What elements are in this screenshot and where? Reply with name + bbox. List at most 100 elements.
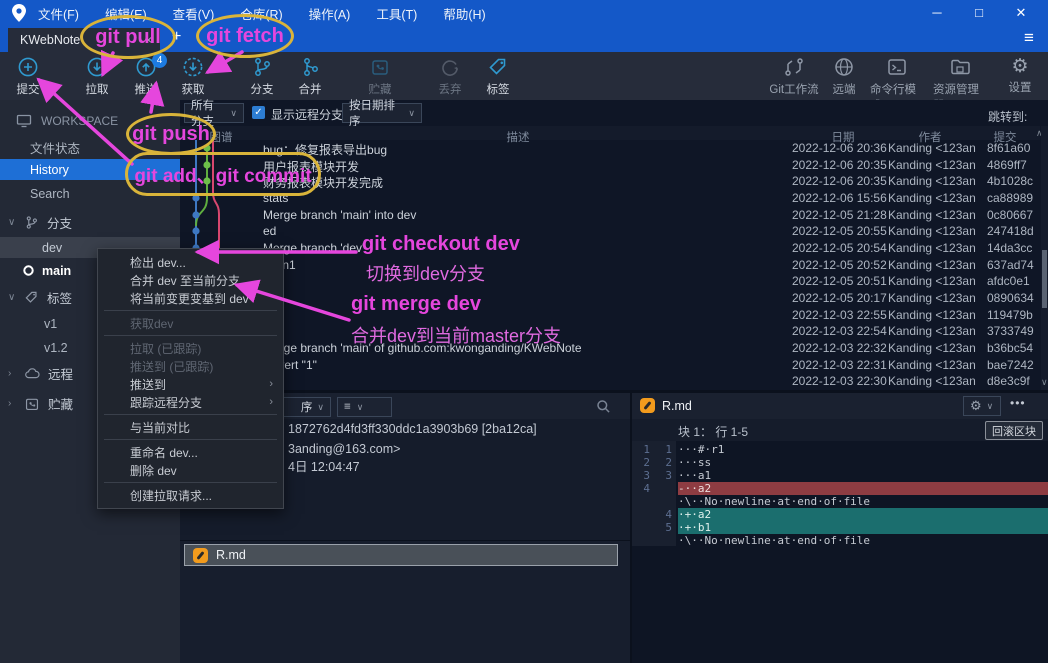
commit-row[interactable]: Merge branch 'main' into dev 2022-12-05 2… <box>180 207 1040 224</box>
commit-row[interactable]: 2022-12-05 20:17 Kanding <123an 0890634 <box>180 290 1040 307</box>
diff-line-deleted: 4 -··a2 <box>632 482 1048 495</box>
menu-delete-dev[interactable]: 删除 dev <box>98 461 283 479</box>
menu-create-pull-request[interactable]: 创建拉取请求... <box>98 486 283 504</box>
caret-down-icon: ∨ <box>230 107 237 118</box>
list-view-icon: ≡ <box>344 401 352 413</box>
branch-icon <box>26 216 37 229</box>
commit-row[interactable]: 2022-12-03 22:30 Kanding <123an d8e3c9f <box>180 373 1040 390</box>
chevron-down-icon: ∨ <box>8 292 16 303</box>
merge-label: 合并 <box>298 84 322 96</box>
commit-icon <box>18 57 38 77</box>
menu-actions[interactable]: 操作(A) <box>309 4 351 23</box>
commit-row[interactable]: main12022-12-05 20:52Kanding <123an637ad… <box>180 257 1040 274</box>
menu-track-remote[interactable]: 跟踪远程分支 › <box>98 393 283 411</box>
scrollbar-thumb[interactable] <box>1042 250 1047 308</box>
commit-row[interactable]: Merge branch 'main' of github.com:kwonga… <box>180 340 1040 357</box>
commit-row[interactable]: Merge branch 'dev' 2022-12-05 20:54 Kandin… <box>180 240 1040 257</box>
remote-button[interactable]: 远端 <box>817 56 871 97</box>
workflow-icon <box>785 58 803 76</box>
annotation-circle-pull: git pull <box>80 15 176 59</box>
git-workflow-label: Git工作流 <box>769 84 819 96</box>
annotation-circle-push: git push <box>126 113 216 155</box>
submenu-arrow-icon: › <box>269 378 273 390</box>
gear-icon: ⚙ <box>970 398 982 414</box>
commit-row[interactable]: 2022-12-03 22:54 Kanding <123an 3733749 <box>180 323 1040 340</box>
show-remote-checkbox[interactable]: ✓ <box>252 106 265 119</box>
discard-label: 丢弃 <box>438 84 462 96</box>
submenu-arrow-icon: › <box>269 396 273 408</box>
minimize-button[interactable]: ─ <box>920 5 954 21</box>
annotation-git-push: git push <box>132 122 210 145</box>
pull-button[interactable]: 拉取 <box>70 56 124 97</box>
menu-view[interactable]: 查看(V) <box>173 4 215 23</box>
discard-button[interactable]: 丢弃 <box>423 56 477 97</box>
annotation-git-pull: git pull <box>95 25 161 48</box>
diff-editor: 1 1 ···#·r1 2 2 ···ss 3 3 ···a1 4 -··a2 ·\··No·… <box>632 441 1048 663</box>
diff-options-dropdown[interactable]: ⚙ ∨ <box>963 396 1001 416</box>
maximize-button[interactable]: □ <box>962 5 996 21</box>
menu-separator <box>104 414 277 415</box>
gear-icon: ⚙ <box>1011 55 1029 77</box>
commit-row[interactable]: 2022-12-05 20:51 Kanding <123an afdc0e1 <box>180 273 1040 290</box>
caret-down-icon: ∨ <box>356 401 364 412</box>
annotation-git-fetch: git fetch <box>206 24 284 47</box>
jump-to-label: 跳转到: <box>988 110 1028 124</box>
workspace-label: WORKSPACE <box>41 113 119 128</box>
menu-help[interactable]: 帮助(H) <box>443 4 485 23</box>
menu-pull-tracked: 拉取 (已跟踪) <box>130 341 202 356</box>
menu-separator <box>104 482 277 483</box>
sort-dropdown[interactable]: 按日期排序 ∨ <box>342 100 422 128</box>
merge-icon <box>304 58 318 76</box>
close-button[interactable]: ✕ <box>1004 5 1038 21</box>
tag-icon <box>25 291 37 303</box>
diff-line-added: 5 ·+·b1 <box>632 521 1048 534</box>
commit-row[interactable]: Revert "1" 2022-12-03 22:31 Kanding <123an… <box>180 357 1040 374</box>
detail-view-dropdown[interactable]: ≡ ∨ <box>337 397 392 417</box>
hamburger-menu-icon[interactable]: ≡ <box>1024 28 1034 48</box>
diff-line: 3 3 ···a1 <box>643 469 712 482</box>
commit-author-email-text: 3anding@163.com> <box>288 442 401 456</box>
menu-fetch-dev: 获取dev <box>130 316 174 331</box>
menu-compare-current[interactable]: 与当前对比 <box>98 418 283 436</box>
more-options-icon[interactable]: ••• <box>1010 396 1026 410</box>
fetch-button[interactable]: 获取 <box>166 56 220 97</box>
caret-down-icon: ∨ <box>408 107 415 118</box>
menu-merge-dev[interactable]: 合并 dev 至当前分支 <box>98 271 283 289</box>
changed-file-row[interactable]: R.md <box>184 544 618 566</box>
markdown-file-icon <box>640 398 655 413</box>
git-workflow-button[interactable]: Git工作流 <box>767 56 821 97</box>
tags-label: 标签 <box>47 292 73 306</box>
branches-section-header[interactable]: ∨ 分支 <box>0 212 180 233</box>
merge-button[interactable]: 合并 <box>283 56 337 97</box>
pull-label: 拉取 <box>85 84 109 96</box>
menu-tools[interactable]: 工具(T) <box>376 4 417 23</box>
git-client-window: 文件(F) 编辑(E) 查看(V) 仓库(R) 操作(A) 工具(T) 帮助(H… <box>0 0 1048 663</box>
commit-row[interactable]: 2022-12-03 22:55 Kanding <123an 119479b <box>180 307 1040 324</box>
branch-icon <box>255 58 270 76</box>
revert-hunk-button[interactable]: 回滚区块 <box>985 421 1043 440</box>
window-controls: ─ □ ✕ <box>920 5 1038 21</box>
scrollbar-track[interactable]: ∨ <box>1041 126 1048 390</box>
commit-row[interactable]: ed 2022-12-05 20:55 Kanding <123an 247418d <box>180 223 1040 240</box>
push-label: 推送 <box>134 84 158 96</box>
scroll-down-icon[interactable]: ∨ <box>1041 377 1048 388</box>
commit-button[interactable]: 提交 <box>1 56 55 97</box>
menu-push-to[interactable]: 推送到 › <box>98 375 283 393</box>
tag-button[interactable]: 标签 <box>471 56 525 97</box>
menu-checkout-dev[interactable]: 检出 dev... <box>98 253 283 271</box>
search-icon[interactable] <box>596 399 611 414</box>
settings-button[interactable]: ⚙ 设置 <box>993 56 1047 95</box>
show-remote-label: 显示远程分支 <box>271 108 344 122</box>
diff-line: 1 1 ···#·r1 <box>643 443 725 456</box>
branch-button[interactable]: 分支 <box>235 56 289 97</box>
menu-rename-dev[interactable]: 重命名 dev... <box>98 443 283 461</box>
diff-line-added: 4 ·+·a2 <box>632 508 1048 521</box>
menu-file[interactable]: 文件(F) <box>38 4 79 23</box>
branch-label: 分支 <box>250 84 274 96</box>
chevron-down-icon: ∨ <box>8 217 16 228</box>
menu-rebase-dev[interactable]: 将当前变更变基到 dev <box>98 289 283 307</box>
terminal-icon <box>888 59 906 75</box>
changed-file-name: R.md <box>216 548 246 562</box>
stash-button[interactable]: 贮藏 <box>353 56 407 97</box>
current-branch-icon <box>23 265 34 276</box>
